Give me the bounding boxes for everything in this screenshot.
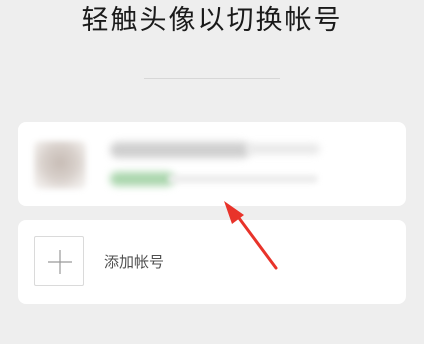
account-status-blurred-tail — [168, 175, 318, 183]
add-account-box[interactable] — [34, 236, 84, 286]
avatar[interactable] — [34, 141, 86, 189]
add-account-card[interactable]: 添加帐号 — [18, 220, 406, 304]
divider — [144, 78, 280, 79]
account-name-blurred — [110, 142, 250, 158]
add-account-label: 添加帐号 — [104, 253, 165, 271]
page-title: 轻触头像以切换帐号 — [81, 5, 343, 36]
account-status-blurred — [110, 172, 174, 186]
current-account-card[interactable] — [18, 122, 406, 206]
plus-icon — [48, 250, 72, 274]
account-name-blurred-tail — [246, 144, 320, 154]
